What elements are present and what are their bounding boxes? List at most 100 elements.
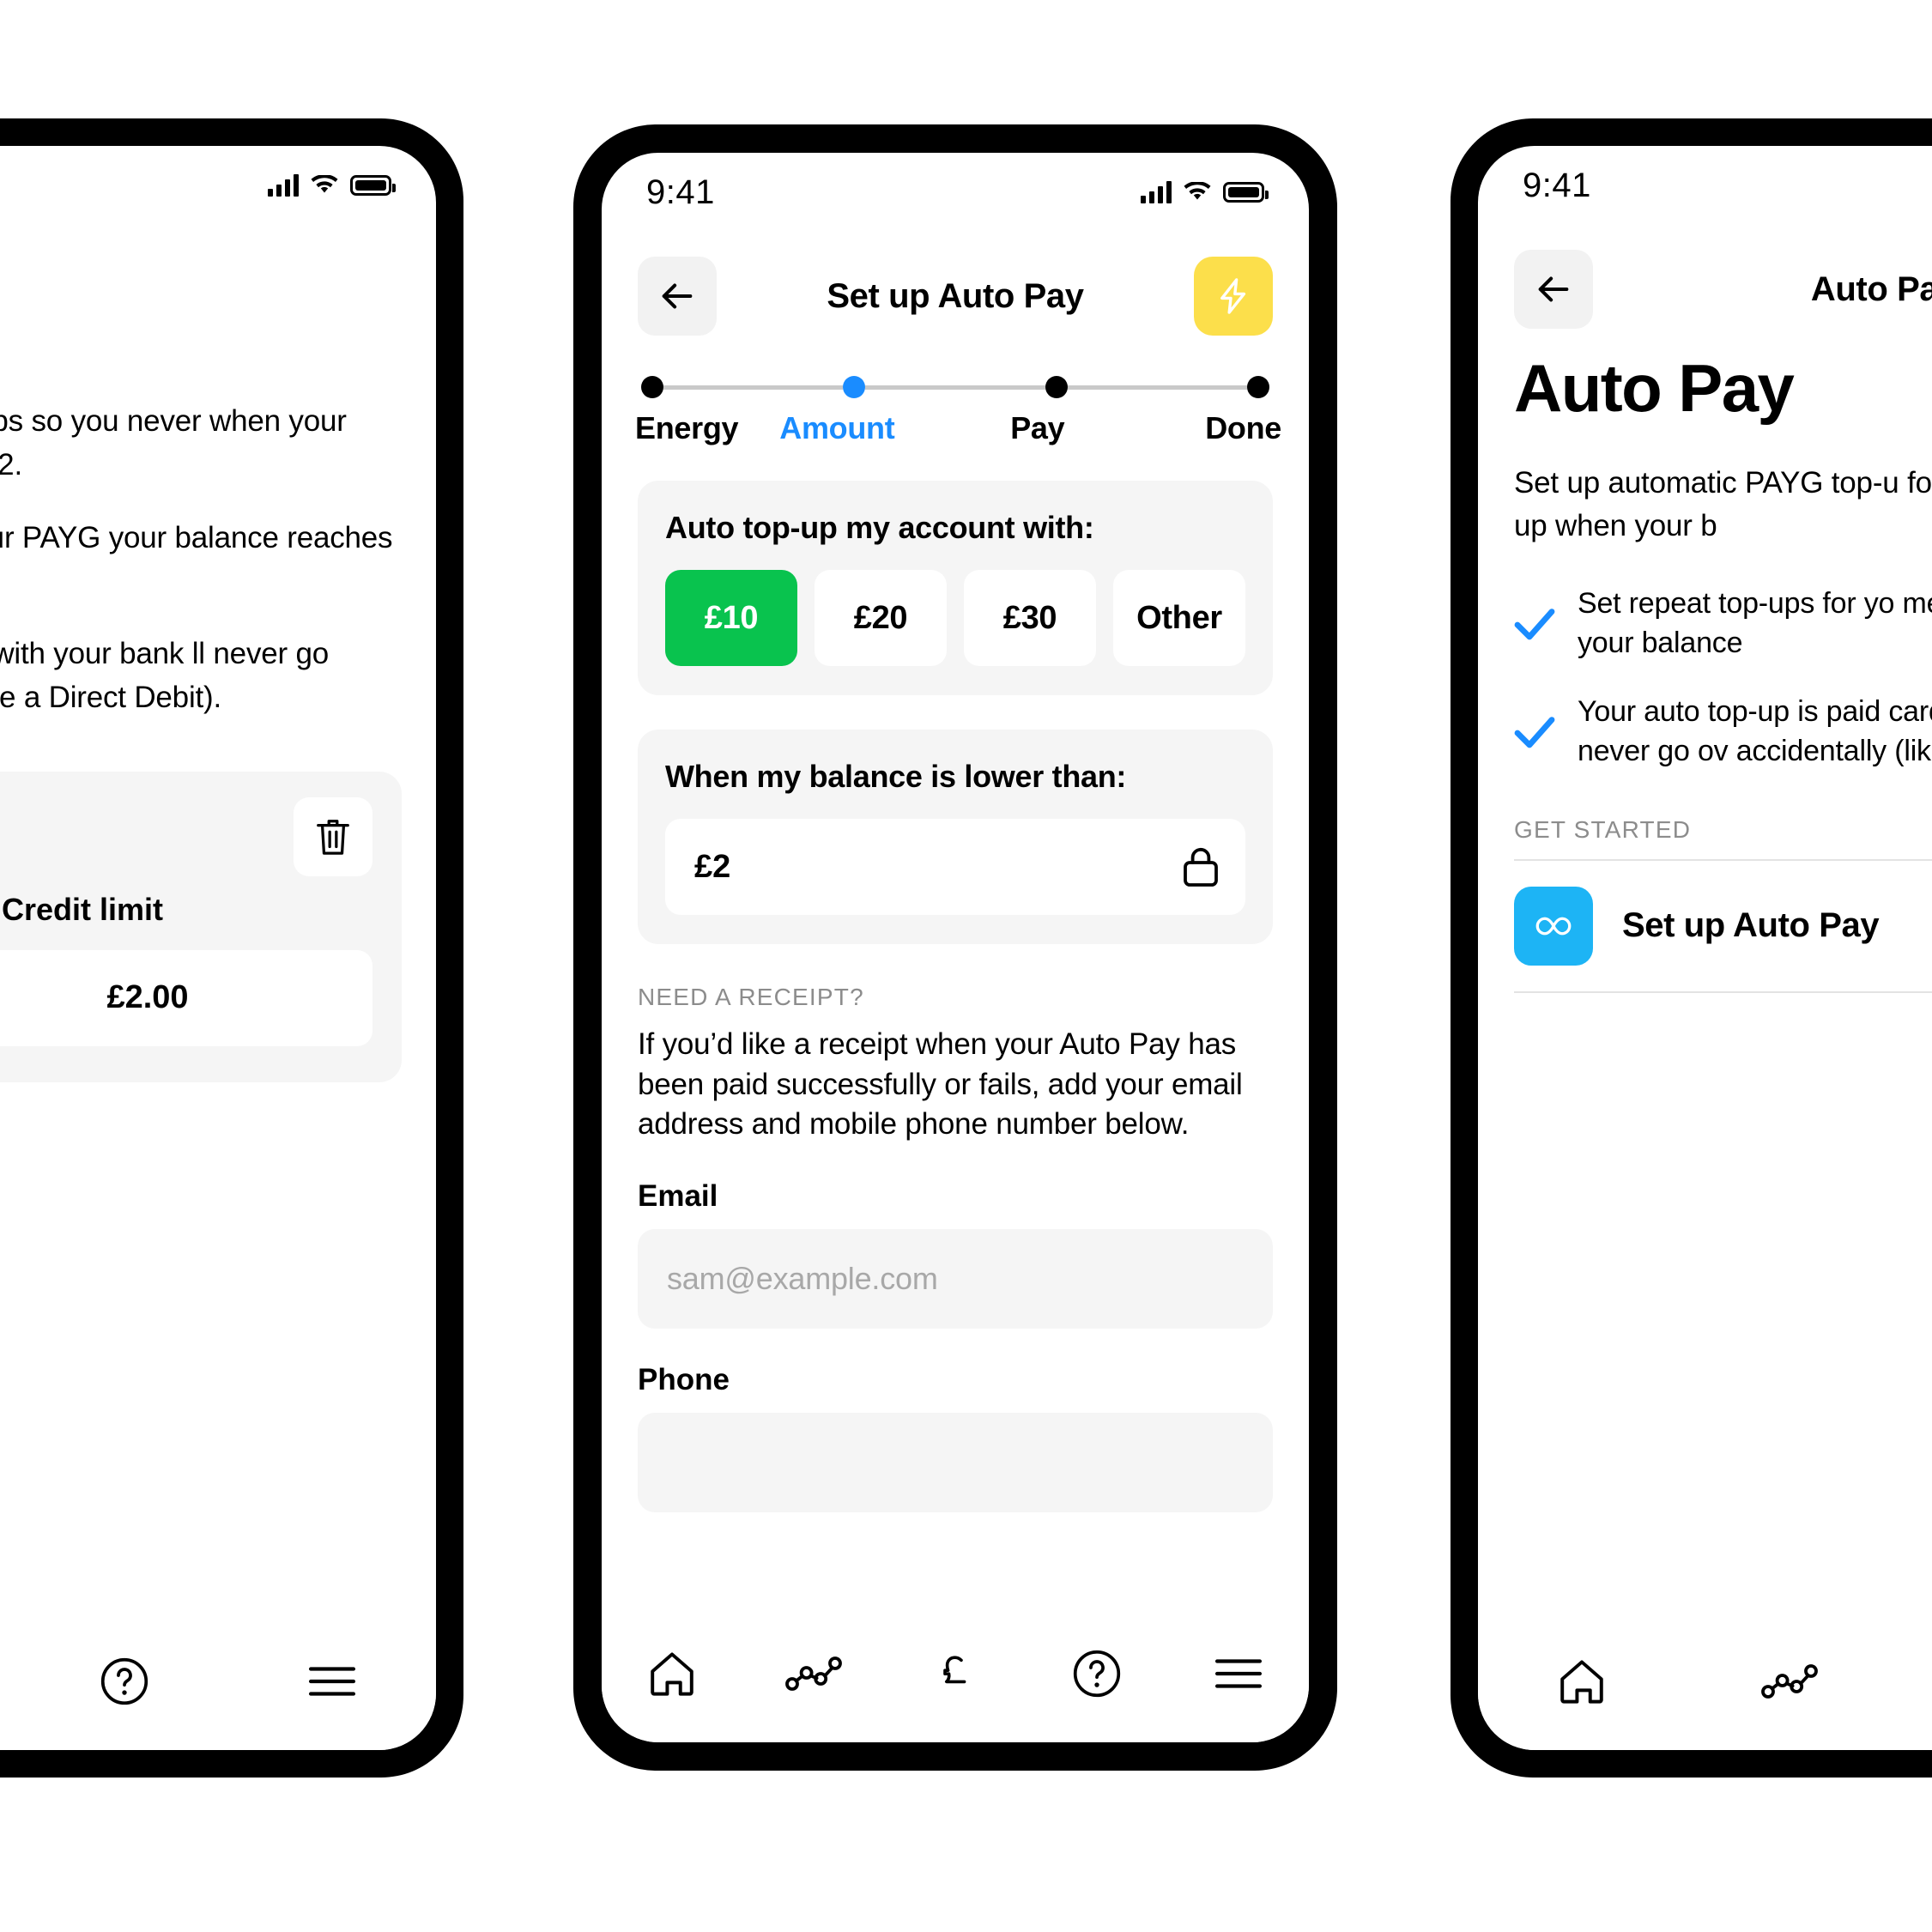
right-screen: 9:41 Auto Pay Auto Pay Set up automatic … [1478,146,1932,1750]
tab-payments[interactable] [0,1657,21,1705]
tab-menu[interactable] [1167,1655,1309,1693]
left-nav-title: Auto Pay [0,270,436,309]
left-screen: Auto Pay c PAYG top-ups so you never whe… [0,146,436,1750]
step-dot-done[interactable] [1246,376,1269,398]
phone-left: Auto Pay c PAYG top-ups so you never whe… [0,118,463,1778]
center-tab-bar [602,1605,1309,1742]
signal-icon [1141,181,1172,203]
tab-home[interactable] [602,1650,743,1698]
setup-stepper: Energy Amount Pay Done [602,342,1309,446]
amount-option-30[interactable]: £30 [964,570,1096,666]
center-status-icons [1141,181,1269,203]
tab-payments[interactable] [885,1650,1027,1698]
step-dot-energy[interactable] [641,376,663,398]
phone-label: Phone [638,1362,730,1396]
center-status-time: 9:41 [646,173,715,211]
amount-option-20[interactable]: £20 [815,570,947,666]
phone-input[interactable] [638,1412,1273,1512]
topup-amount-options: £10 £20 £30 Other [665,570,1245,666]
step-line-1 [663,385,844,390]
credit-limit-value[interactable]: £2.00 [0,949,372,1046]
wifi-icon [1184,182,1211,203]
center-screen: 9:41 Set up Auto Pay Energy Amount Pay D… [602,153,1309,1742]
step-line-2 [865,385,1045,390]
bolt-button[interactable] [1194,257,1273,336]
wifi-icon [311,175,338,196]
delete-button[interactable] [294,796,372,876]
credit-limit-card: Credit limit £2.00 [0,771,402,1082]
bullet-text: Your auto top-up is paid card, so you’ll… [1578,695,1932,767]
tab-home[interactable] [1478,1657,1686,1705]
tab-usage[interactable] [1686,1662,1893,1700]
tab-help[interactable] [1026,1649,1167,1699]
arrow-left-icon [1538,276,1569,302]
receipt-eyebrow: NEED A RECEIPT? [638,984,864,1010]
topup-card-title: Auto top-up my account with: [665,510,1094,545]
step-label-pay: Pay [1010,410,1065,445]
credit-limit-label: Credit limit [1,891,163,927]
bullet-item: Set repeat top-ups for yo meter when you… [1514,584,1932,663]
credit-limit-fields: £2.00 [0,949,372,1046]
help-icon [100,1657,148,1705]
help-icon [1073,1650,1120,1698]
step-dot-pay[interactable] [1045,376,1068,398]
home-icon [651,1652,694,1696]
trash-icon [317,819,349,855]
right-bullets: Set repeat top-ups for yo meter when you… [1514,584,1932,772]
screenshot-stage: Auto Pay c PAYG top-ups so you never whe… [0,0,1932,1932]
right-intro: Set up automatic PAYG top-u forget to to… [1514,465,1932,542]
amount-option-10[interactable]: £10 [665,570,797,666]
receipt-body: If you’d like a receipt when your Auto P… [638,1027,1243,1142]
tab-payments[interactable] [1893,1657,1932,1705]
tab-help[interactable] [21,1656,228,1706]
center-navbar: Set up Auto Pay [602,232,1309,342]
lock-icon [1184,847,1218,887]
usage-icon [1761,1664,1818,1699]
usage-icon [785,1656,843,1691]
bullet-text: Set repeat top-ups for yo meter when you… [1578,587,1932,660]
left-paragraph-2: op-ups for your PAYG your balance reache… [0,520,393,554]
battery-icon [350,175,396,196]
home-icon [1560,1660,1603,1704]
phone-center: 9:41 Set up Auto Pay Energy Amount Pay D… [573,124,1337,1771]
phone-right: 9:41 Auto Pay Auto Pay Set up automatic … [1451,118,1932,1778]
threshold-value: £2 [694,848,731,885]
back-button[interactable] [638,257,717,336]
right-content: Auto Pay Set up automatic PAYG top-u for… [1478,335,1932,993]
receipt-section: NEED A RECEIPT? If you’d like a receipt … [602,944,1309,1512]
step-line-3 [1067,385,1247,390]
arrow-left-icon [662,283,693,309]
bullet-item: Your auto top-up is paid card, so you’ll… [1514,693,1932,772]
left-status-icons [268,174,396,197]
left-paragraph-3: op-up is paid with your bank ll never go… [0,637,330,714]
check-icon [1514,715,1555,749]
list-item-setup-auto-pay[interactable]: Set up Auto Pay [1514,861,1932,993]
step-dot-amount[interactable] [843,376,866,398]
bolt-icon [1220,278,1246,314]
threshold-field[interactable]: £2 [665,819,1245,915]
step-label-amount: Amount [779,410,895,445]
menu-icon [1214,1659,1262,1688]
left-paragraph-1: c PAYG top-ups so you never when your ba… [0,404,347,481]
infinity-icon [1514,886,1593,966]
get-started-list: Set up Auto Pay [1514,858,1932,993]
stepper-labels: Energy Amount Pay Done [635,410,1281,446]
check-icon [1514,607,1555,641]
get-started-eyebrow: GET STARTED [1514,815,1692,843]
tab-menu[interactable] [228,1662,436,1700]
right-tab-bar [1478,1613,1932,1750]
balance-threshold-card: When my balance is lower than: £2 [638,730,1273,944]
right-page-title: Auto Pay [1514,350,1795,426]
signal-icon [268,174,299,197]
back-button[interactable] [1514,250,1593,329]
left-navbar: Auto Pay [0,225,436,335]
email-label: Email [638,1178,718,1213]
left-status-bar [0,146,436,225]
right-status-bar: 9:41 [1478,146,1932,225]
step-label-done: Done [1205,410,1281,445]
step-label-energy: Energy [635,410,739,445]
center-status-bar: 9:41 [602,153,1309,232]
tab-usage[interactable] [743,1655,885,1693]
amount-option-other[interactable]: Other [1113,570,1245,666]
email-input[interactable]: sam@example.com [638,1228,1273,1329]
